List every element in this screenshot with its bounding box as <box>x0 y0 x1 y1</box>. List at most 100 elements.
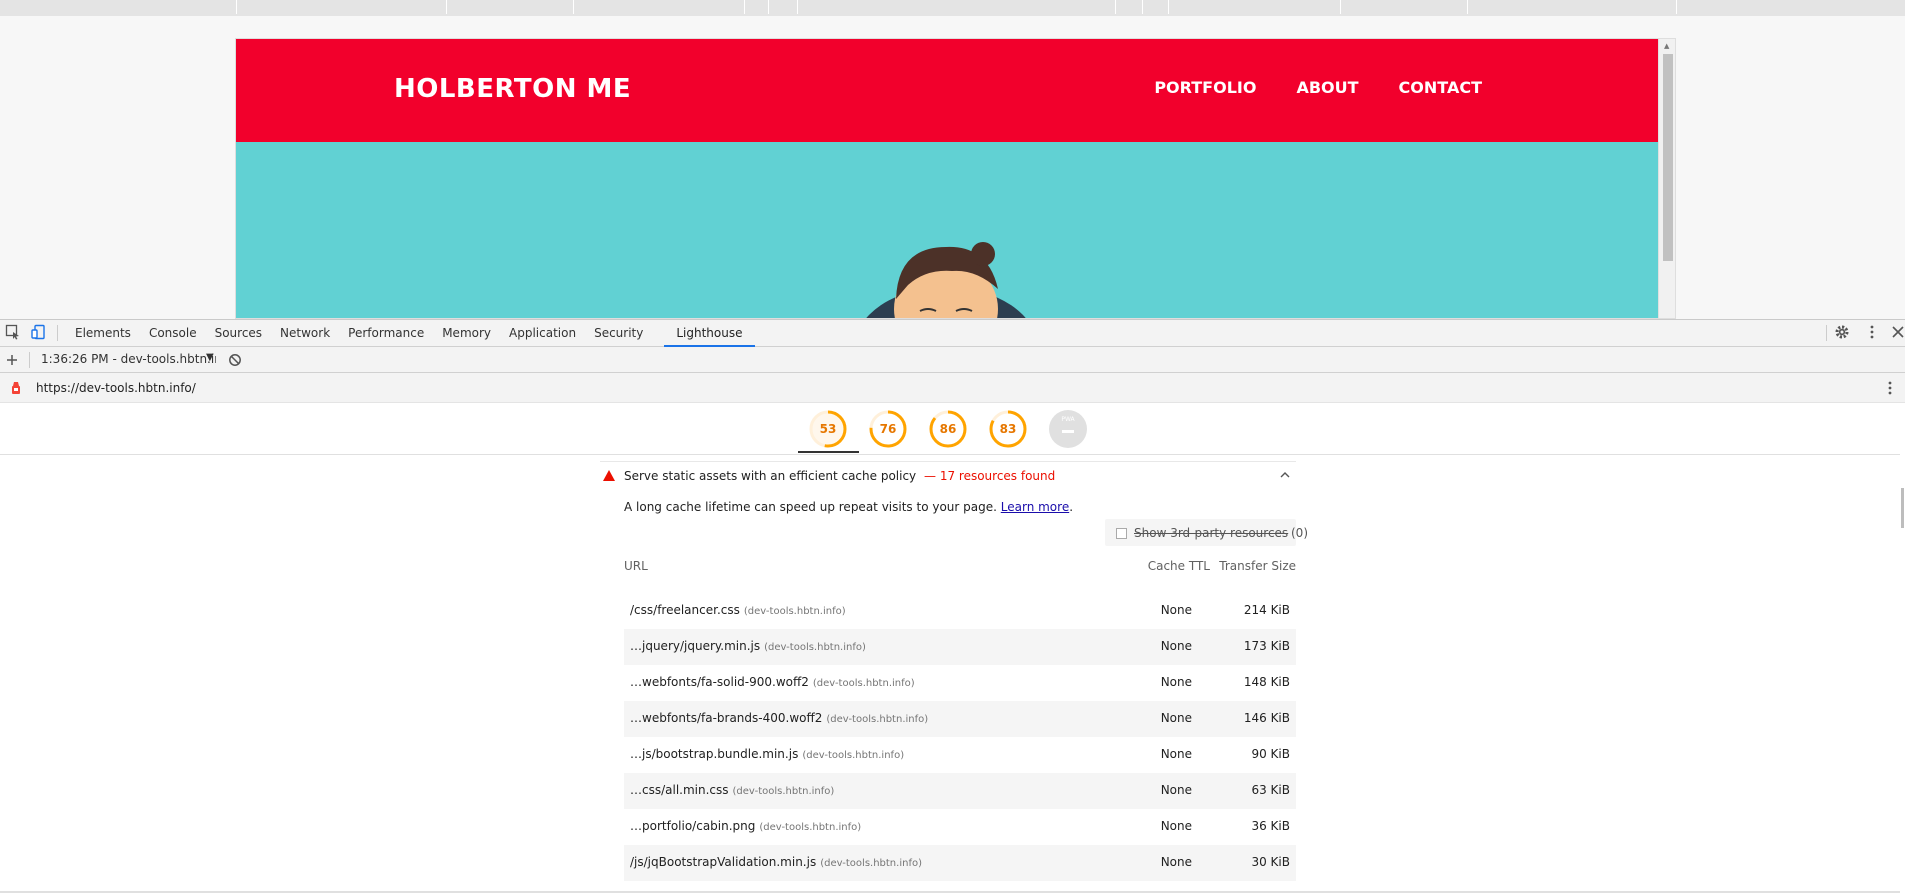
report-select-value: 1:36:26 PM - dev-tools.hbtn.in <box>41 352 216 366</box>
cache-ttl: None <box>1160 783 1192 797</box>
third-party-count: (0) <box>1291 526 1308 540</box>
resource-url[interactable]: …css/all.min.css (dev-tools.hbtn.info) <box>630 783 834 797</box>
page-viewport: HOLBERTON ME PORTFOLIO ABOUT CONTACT ▲ <box>0 16 1905 319</box>
column-header-cache-ttl: Cache TTL <box>1147 559 1210 573</box>
transfer-size: 63 KiB <box>1251 783 1290 797</box>
nav-link-contact[interactable]: CONTACT <box>1399 78 1482 97</box>
kebab-menu-icon[interactable] <box>1864 324 1880 340</box>
tab-application[interactable]: Application <box>500 320 585 347</box>
table-row: /css/freelancer.css (dev-tools.hbtn.info)… <box>624 593 1296 629</box>
pwa-label: PWA <box>1061 416 1075 423</box>
chevron-up-icon[interactable] <box>1278 468 1292 482</box>
learn-more-link[interactable]: Learn more <box>1001 500 1069 514</box>
page-scrollbar-thumb[interactable] <box>1663 54 1673 261</box>
audit-title: Serve static assets with an efficient ca… <box>624 469 917 483</box>
resource-host: (dev-tools.hbtn.info) <box>812 678 915 689</box>
tab-sources[interactable]: Sources <box>206 320 271 347</box>
plus-icon[interactable] <box>4 352 20 368</box>
devtools-tabbar: Elements Console Sources Network Perform… <box>0 320 1905 347</box>
gear-icon[interactable] <box>1834 324 1850 340</box>
cache-ttl: None <box>1160 747 1192 761</box>
tab-lighthouse[interactable]: Lighthouse <box>664 320 755 347</box>
device-toolbar-icon[interactable] <box>31 324 47 340</box>
site-nav-links: PORTFOLIO ABOUT CONTACT <box>1154 78 1482 97</box>
score-gauge-performance[interactable]: 53 <box>808 409 848 449</box>
resource-host: (dev-tools.hbtn.info) <box>826 714 929 725</box>
cache-ttl: None <box>1160 855 1192 869</box>
column-header-transfer-size: Transfer Size <box>1219 559 1296 573</box>
resource-host: (dev-tools.hbtn.info) <box>764 642 866 653</box>
transfer-size: 30 KiB <box>1251 855 1290 869</box>
resource-url[interactable]: /js/jqBootstrapValidation.min.js (dev-too… <box>630 855 922 869</box>
transfer-size: 146 KiB <box>1243 711 1290 725</box>
audit-header[interactable]: Serve static assets with an efficient ca… <box>600 461 1296 491</box>
score-gauge-pwa[interactable]: PWA <box>1048 409 1088 449</box>
third-party-filter[interactable]: Show 3rd-party resources (0) <box>1105 519 1308 546</box>
transfer-size: 214 KiB <box>1243 603 1290 617</box>
cache-ttl: None <box>1160 819 1192 833</box>
resources-table: /css/freelancer.css (dev-tools.hbtn.info)… <box>624 593 1296 881</box>
kebab-menu-icon[interactable] <box>1882 380 1898 396</box>
third-party-checkbox[interactable] <box>1116 528 1127 539</box>
resource-host: (dev-tools.hbtn.info) <box>759 822 862 833</box>
transfer-size: 36 KiB <box>1251 819 1290 833</box>
page-scrollbar[interactable]: ▲ <box>1658 39 1675 318</box>
table-row: …css/all.min.css (dev-tools.hbtn.info) No… <box>624 773 1296 809</box>
devtools-tabs: Elements Console Sources Network Perform… <box>66 320 755 347</box>
table-row: …portfolio/cabin.png (dev-tools.hbtn.info… <box>624 809 1296 845</box>
nav-link-portfolio[interactable]: PORTFOLIO <box>1154 78 1256 97</box>
report-scrollbar-thumb[interactable] <box>1901 488 1904 528</box>
tab-elements[interactable]: Elements <box>66 320 140 347</box>
table-row: …webfonts/fa-brands-400.woff2 (dev-tools.… <box>624 701 1296 737</box>
audit-display-value: — 17 resources found <box>924 469 1056 483</box>
score-value: 53 <box>819 422 837 436</box>
table-header: URL Cache TTL Transfer Size <box>624 559 1296 579</box>
clear-icon[interactable] <box>227 352 243 368</box>
tab-security[interactable]: Security <box>585 320 652 347</box>
lighthouse-url-bar: https://dev-tools.hbtn.info/ <box>0 373 1905 403</box>
browser-tab-strip <box>0 0 1905 16</box>
chevron-down-icon[interactable]: ▼ <box>206 352 214 363</box>
tab-memory[interactable]: Memory <box>433 320 500 347</box>
score-value: 76 <box>879 422 897 436</box>
site-brand[interactable]: HOLBERTON ME <box>394 74 631 104</box>
score-gauge-best-practices[interactable]: 86 <box>928 409 968 449</box>
resource-url[interactable]: …jquery/jquery.min.js (dev-tools.hbtn.inf… <box>630 639 866 653</box>
table-row: …jquery/jquery.min.js (dev-tools.hbtn.inf… <box>624 629 1296 665</box>
transfer-size: 173 KiB <box>1243 639 1290 653</box>
lighthouse-icon <box>12 382 20 394</box>
resource-url[interactable]: /css/freelancer.css (dev-tools.hbtn.info) <box>630 603 846 617</box>
resource-url[interactable]: …webfonts/fa-brands-400.woff2 (dev-tools.… <box>630 711 928 725</box>
table-row: …js/bootstrap.bundle.min.js (dev-tools.hb… <box>624 737 1296 773</box>
transfer-size: 148 KiB <box>1243 675 1290 689</box>
tab-console[interactable]: Console <box>140 320 206 347</box>
devtools-panel: Elements Console Sources Network Perform… <box>0 319 1905 893</box>
transfer-size: 90 KiB <box>1251 747 1290 761</box>
scroll-up-icon[interactable]: ▲ <box>1664 42 1669 50</box>
score-gauge-accessibility[interactable]: 76 <box>868 409 908 449</box>
column-header-url: URL <box>624 559 648 573</box>
close-icon[interactable] <box>1890 324 1905 340</box>
nav-link-about[interactable]: ABOUT <box>1296 78 1358 97</box>
resource-url[interactable]: …webfonts/fa-solid-900.woff2 (dev-tools.h… <box>630 675 915 689</box>
cache-ttl: None <box>1160 639 1192 653</box>
audited-url: https://dev-tools.hbtn.info/ <box>36 381 196 395</box>
tab-network[interactable]: Network <box>271 320 339 347</box>
report-scrollbar[interactable] <box>1900 403 1905 893</box>
active-gauge-underline <box>798 451 859 453</box>
score-gauge-seo[interactable]: 83 <box>988 409 1028 449</box>
tab-performance[interactable]: Performance <box>339 320 433 347</box>
report-select[interactable]: 1:36:26 PM - dev-tools.hbtn.in <box>41 352 216 366</box>
avatar <box>866 242 1026 318</box>
resource-url[interactable]: …portfolio/cabin.png (dev-tools.hbtn.info… <box>630 819 861 833</box>
score-value: 86 <box>939 422 957 436</box>
cache-ttl: None <box>1160 603 1192 617</box>
table-row: /js/jqBootstrapValidation.min.js (dev-too… <box>624 845 1296 881</box>
site-navbar: HOLBERTON ME PORTFOLIO ABOUT CONTACT <box>236 39 1659 142</box>
website-preview: HOLBERTON ME PORTFOLIO ABOUT CONTACT ▲ <box>235 38 1676 319</box>
resource-url[interactable]: …js/bootstrap.bundle.min.js (dev-tools.hb… <box>630 747 904 761</box>
warning-icon <box>603 470 615 481</box>
resource-host: (dev-tools.hbtn.info) <box>802 750 905 761</box>
third-party-label: Show 3rd-party resources <box>1134 526 1289 540</box>
inspect-icon[interactable] <box>5 324 21 340</box>
